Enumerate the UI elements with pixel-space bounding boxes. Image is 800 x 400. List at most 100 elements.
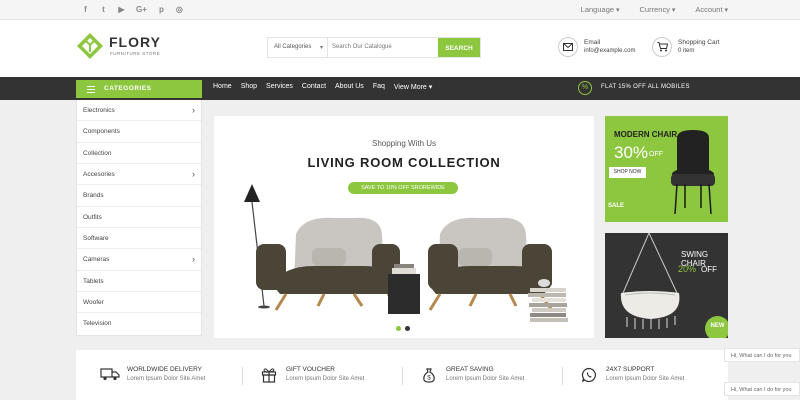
instagram-icon[interactable]: ◎ [176, 4, 183, 16]
hero-title: LIVING ROOM COLLECTION [307, 155, 501, 170]
search-bar: All Categories Search Our Catalogue SEAR… [267, 37, 481, 58]
nav-item-faq[interactable]: Faq [373, 83, 385, 91]
sidebar-item-label: Accesories [83, 171, 115, 179]
sidebar-item-label: Components [83, 128, 120, 136]
feature-title: 24X7 SUPPORT [606, 366, 655, 373]
logo-icon[interactable] [76, 32, 104, 60]
sidebar-item-label: Collection [83, 149, 112, 157]
categories-button[interactable]: CATEGORIES [76, 80, 202, 98]
pinterest-icon[interactable]: p [158, 4, 165, 16]
nav-menu: Home Shop Services Contact About Us Faq … [213, 83, 432, 91]
chevron-right-icon: › [192, 254, 195, 265]
sidebar-item-label: Electronics [83, 107, 115, 114]
sidebar-item-label: Outfits [83, 213, 102, 221]
chat-bubble[interactable]: Hi, What can I do for you [724, 348, 800, 362]
sidebar-item-collection[interactable]: Collection [77, 143, 201, 165]
nav-item-contact[interactable]: Contact [302, 83, 326, 91]
sidebar-item-label: Woofer [83, 299, 104, 307]
truck-icon [100, 368, 120, 381]
cart-icon[interactable] [652, 37, 672, 57]
logo-name[interactable]: FLORY [109, 34, 161, 50]
search-input[interactable]: Search Our Catalogue [328, 38, 438, 57]
email-icon [558, 37, 578, 57]
feature-title: GREAT SAVING [446, 366, 494, 373]
email-label: Email [584, 39, 601, 46]
feature-desc: Lorem Ipsum Dolor Site Amet [606, 376, 685, 382]
facebook-icon[interactable]: f [82, 4, 89, 16]
nav-item-about-us[interactable]: About Us [335, 83, 364, 91]
hero-subtitle: Shopping With Us [371, 139, 437, 148]
sidebar-item-cameras[interactable]: Cameras › [77, 249, 201, 271]
account-dropdown[interactable]: Account [695, 5, 728, 14]
hero-image [244, 184, 568, 322]
shop-now-button[interactable]: SHOP NOW [609, 167, 646, 178]
sidebar-item-brands[interactable]: Brands [77, 185, 201, 207]
language-dropdown[interactable]: Language [581, 5, 620, 14]
google-plus-icon[interactable]: G+ [136, 4, 147, 16]
top-bar: f t ▶ G+ p ◎ Language Currency Account [0, 0, 800, 20]
feature-title: GIFT VOUCHER [286, 366, 335, 373]
youtube-icon[interactable]: ▶ [118, 4, 125, 16]
modern-chair-banner[interactable]: MODERN CHAIR 30% OFF SHOP NOW SALE [605, 116, 728, 222]
promo-text[interactable]: FLAT 15% OFF ALL MOBILES [601, 84, 690, 90]
banner-percent: 30% [614, 143, 649, 162]
search-button[interactable]: SEARCH [438, 38, 480, 57]
top-menus: Language Currency Account [581, 5, 728, 14]
banner-title: MODERN CHAIR [614, 130, 678, 139]
chevron-right-icon: › [192, 105, 195, 115]
main-nav: CATEGORIES Home Shop Services Contact Ab… [0, 77, 800, 100]
nav-item-view-more[interactable]: View More [394, 83, 432, 91]
gift-icon [261, 368, 277, 383]
feature-desc: Lorem Ipsum Dolor Site Amet [127, 376, 206, 382]
sale-badge: SALE [608, 203, 625, 209]
sidebar-item-label: Brands [83, 192, 104, 200]
cart-label[interactable]: Shopping Cart [678, 39, 720, 46]
cart-count: 0 item [678, 48, 695, 54]
currency-dropdown[interactable]: Currency [640, 5, 676, 14]
twitter-icon[interactable]: t [100, 4, 107, 16]
nav-item-services[interactable]: Services [266, 83, 293, 91]
slider-dot-1[interactable] [396, 326, 401, 331]
feature-divider [402, 367, 403, 385]
feature-desc: Lorem Ipsum Dolor Site Amet [286, 376, 365, 382]
feature-desc: Lorem Ipsum Dolor Site Amet [446, 376, 525, 382]
logo-tagline: FURNITURE STORE [110, 51, 161, 56]
sidebar-item-label: Software [83, 235, 109, 243]
nav-item-home[interactable]: Home [213, 83, 232, 91]
sidebar-item-television[interactable]: Television [77, 313, 201, 334]
slider-dot-2[interactable] [405, 326, 410, 331]
sidebar-item-woofer[interactable]: Woofer [77, 292, 201, 314]
hero-slider[interactable]: Shopping With Us LIVING ROOM COLLECTION … [214, 116, 594, 338]
category-sidebar: Electronics › Components Collection Acces… [76, 100, 202, 336]
swing-chair-banner[interactable]: SWING CHAIR 20% OFF NEW [605, 233, 728, 338]
hero-tag[interactable]: SAVE TO 10% OFF SROREWIDE [348, 182, 458, 194]
svg-text:$: $ [427, 376, 431, 382]
sidebar-item-electronics[interactable]: Electronics › [77, 100, 201, 122]
social-links: f t ▶ G+ p ◎ [82, 4, 183, 16]
email-value[interactable]: info@example.com [584, 48, 635, 54]
sidebar-item-outfits[interactable]: Outfits [77, 207, 201, 229]
sidebar-item-tablets[interactable]: Tablets [77, 271, 201, 293]
search-category-select[interactable]: All Categories [268, 38, 328, 57]
nav-item-shop[interactable]: Shop [241, 83, 257, 91]
banner-off: OFF [649, 151, 663, 158]
sidebar-item-software[interactable]: Software [77, 228, 201, 250]
banner-percent: 20% [678, 264, 697, 274]
chat-bubble[interactable]: Hi, What can I do for you [724, 382, 800, 396]
sidebar-item-components[interactable]: Components [77, 121, 201, 143]
feature-divider [242, 367, 243, 385]
chevron-right-icon: › [192, 169, 195, 180]
categories-label: CATEGORIES [104, 85, 152, 92]
menu-icon [87, 86, 95, 95]
sidebar-item-label: Television [83, 320, 112, 328]
new-badge: NEW [705, 316, 728, 338]
feature-divider [562, 367, 563, 385]
sidebar-item-label: Cameras [83, 256, 110, 264]
features-bar: WORLDWIDE DELIVERY Lorem Ipsum Dolor Sit… [76, 350, 728, 400]
whatsapp-icon [581, 367, 596, 383]
sidebar-item-accesories[interactable]: Accesories › [77, 164, 201, 186]
percent-icon: % [578, 81, 592, 95]
site-header: FLORY FURNITURE STORE All Categories Sea… [0, 20, 800, 77]
slider-dots [396, 326, 410, 331]
feature-title: WORLDWIDE DELIVERY [127, 366, 203, 373]
